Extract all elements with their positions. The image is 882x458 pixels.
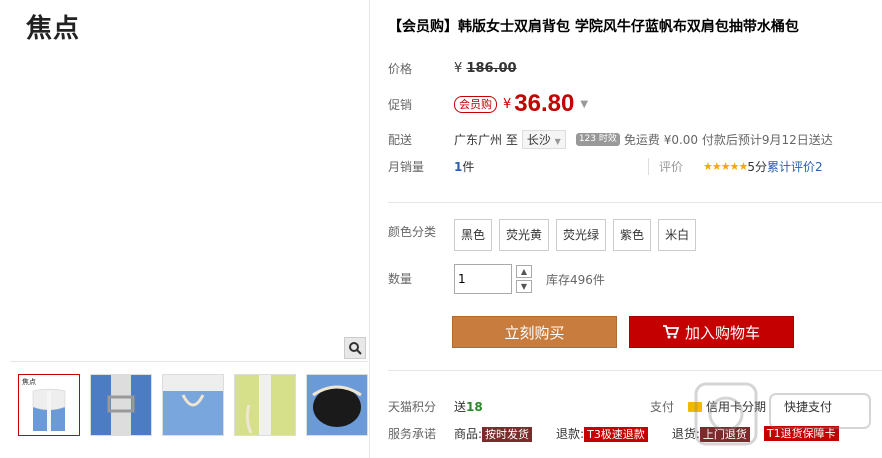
rating-row: 评价 ★★★★★ 5分 累计评价2: [648, 158, 823, 175]
thumbnail-strip: 焦点: [18, 374, 368, 436]
promo-price: 36.80: [514, 90, 575, 117]
color-option-black[interactable]: 黑色: [454, 219, 493, 251]
decrement-button[interactable]: ▼: [516, 280, 532, 293]
color-option-neon-green[interactable]: 荧光绿: [556, 219, 607, 251]
price-row: 价格 ¥ 186.00: [388, 60, 517, 77]
rating-count-link[interactable]: 累计评价2: [767, 158, 823, 175]
thumbnail-4[interactable]: [234, 374, 296, 436]
service-ship: 商品: 按时发货: [454, 425, 533, 442]
payment-label: 支付: [650, 400, 675, 414]
service-label: 服务承诺: [388, 427, 437, 441]
shipping-info: 免运费 ¥0.00 付款后预计9月12日送达: [623, 133, 833, 147]
product-title: 【会员购】韩版女士双肩背包 学院风牛仔蓝帆布双肩包抽带水桶包: [388, 19, 799, 35]
color-row: 颜色分类 黑色 荧光黄 荧光绿 紫色 米白: [388, 219, 697, 251]
color-options: 黑色 荧光黄 荧光绿 紫色 米白: [454, 219, 697, 251]
increment-button[interactable]: ▲: [516, 265, 532, 278]
zoom-button[interactable]: [344, 337, 366, 359]
stepper-buttons: ▲ ▼: [516, 265, 532, 293]
color-label: 颜色分类: [388, 225, 437, 239]
color-option-purple[interactable]: 紫色: [613, 219, 652, 251]
points-label: 天猫积分: [388, 400, 437, 414]
quantity-stepper: ▲ ▼: [454, 264, 532, 294]
product-gallery: 焦点 焦点: [0, 0, 370, 458]
delivery-label: 配送: [388, 133, 413, 147]
divider: [388, 370, 882, 371]
thumb-buckle-detail: [91, 375, 151, 435]
points-row: 天猫积分 送 18: [388, 398, 483, 415]
price-label: 价格: [388, 62, 413, 76]
points-value: 18: [466, 399, 483, 414]
color-option-neon-yellow[interactable]: 荧光黄: [499, 219, 550, 251]
vip-tag: 会员购: [454, 95, 497, 113]
delivery-row: 配送 广东广州 至 长沙 ▼ 123 时效 免运费 ¥0.00 付款后预计9月1…: [388, 130, 833, 149]
promo-row: 促销 会员购 ¥ 36.80 ▼: [388, 90, 588, 118]
magnifier-icon: [349, 342, 362, 355]
thumbnail-3[interactable]: [162, 374, 224, 436]
rating-score: 5分: [747, 160, 767, 174]
original-price: ¥ 186.00: [454, 61, 517, 76]
rating-label: 评价: [648, 158, 683, 175]
thumb-interior: [307, 375, 367, 435]
rating-stars-icon: ★★★★★: [703, 160, 748, 173]
service-prefix: 退款:: [556, 427, 585, 441]
points-prefix: 送: [454, 400, 467, 414]
quantity-label: 数量: [388, 272, 413, 286]
service-tag[interactable]: T3极速退款: [584, 427, 648, 442]
service-tag[interactable]: 按时发货: [482, 427, 533, 442]
fast-delivery-badge: 123 时效: [575, 133, 620, 146]
service-prefix: 商品:: [454, 427, 483, 441]
delivery-from: 广东广州 至: [454, 133, 518, 147]
thumb-drawstring-detail: [163, 375, 223, 435]
thumbnail-5[interactable]: [306, 374, 368, 436]
buy-now-button[interactable]: 立刻购买: [452, 316, 617, 348]
add-to-cart-label: 加入购物车: [684, 323, 760, 342]
chevron-down-icon: ▼: [554, 137, 561, 146]
chevron-down-icon[interactable]: ▼: [580, 99, 588, 110]
thumb-backpack-front: 焦点: [19, 375, 79, 435]
divider: [388, 202, 882, 203]
color-option-beige[interactable]: 米白: [658, 219, 697, 251]
brand-logo: 焦点: [26, 14, 81, 44]
sales-label: 月销量: [388, 160, 425, 174]
thumbnail-1[interactable]: 焦点: [18, 374, 80, 436]
original-currency: ¥: [454, 61, 463, 76]
original-value: 186.00: [466, 61, 517, 76]
currency-symbol: ¥: [503, 96, 512, 112]
thumb-brand: 焦点: [22, 377, 36, 386]
quantity-input[interactable]: [454, 264, 512, 294]
sales-value: 1: [454, 159, 463, 174]
thumbnail-2[interactable]: [90, 374, 152, 436]
city-select-value: 长沙: [526, 133, 551, 147]
service-refund: 退款: T3极速退款: [556, 425, 648, 442]
city-select[interactable]: 长沙 ▼: [521, 130, 566, 149]
stock-count: 库存496件: [546, 272, 605, 287]
main-product-image[interactable]: 焦点: [10, 0, 368, 362]
backpack-illustration: [101, 43, 281, 340]
quantity-row: 数量 ▲ ▼ 库存496件: [388, 264, 605, 294]
watermark-logo: [694, 382, 871, 446]
cart-icon: [662, 325, 679, 339]
promo-label: 促销: [388, 97, 413, 112]
add-to-cart-button[interactable]: 加入购物车: [629, 316, 794, 348]
sales-row: 月销量 1 件: [388, 158, 474, 175]
thumb-yellow-variant: [235, 375, 295, 435]
sales-unit: 件: [462, 160, 475, 174]
